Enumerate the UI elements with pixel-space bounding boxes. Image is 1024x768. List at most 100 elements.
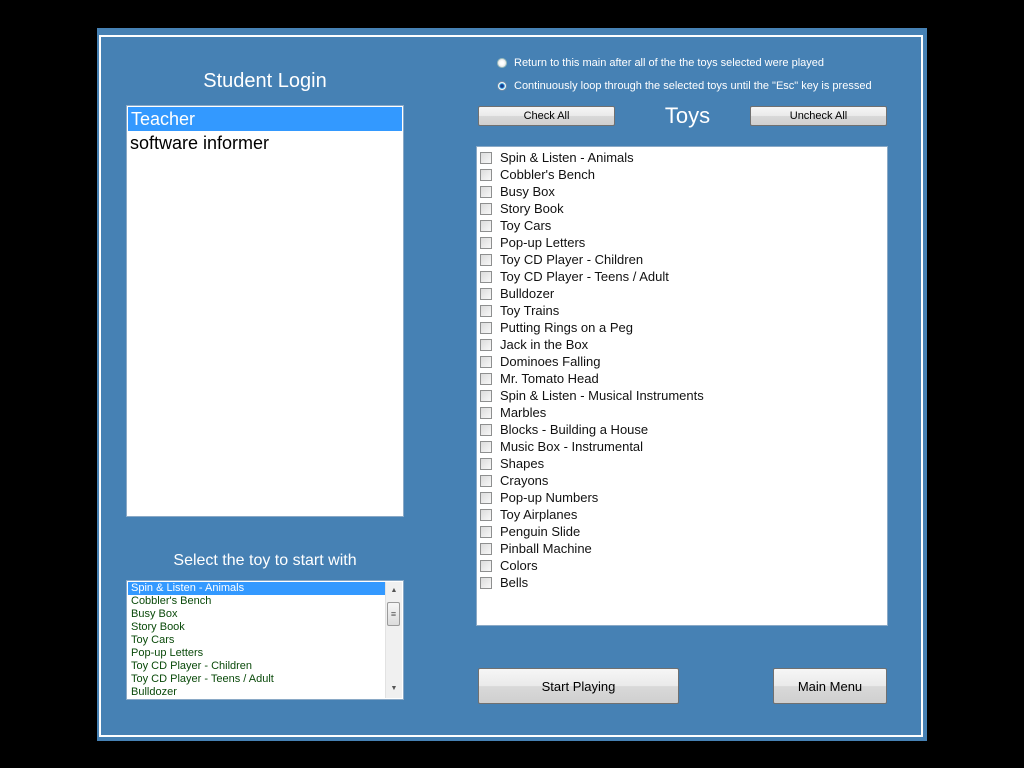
- toy-checkbox-row[interactable]: Spin & Listen - Animals: [477, 149, 887, 166]
- toy-checkbox-row[interactable]: Marbles: [477, 404, 887, 421]
- uncheck-all-button[interactable]: Uncheck All: [750, 106, 887, 126]
- toy-checkbox-row[interactable]: Pop-up Numbers: [477, 489, 887, 506]
- start-toy-item[interactable]: Toy Cars: [128, 634, 385, 647]
- toy-label: Story Book: [500, 201, 564, 216]
- scroll-up-icon[interactable]: ▲: [386, 584, 402, 598]
- toy-label: Toy Cars: [500, 218, 552, 233]
- toy-label: Colors: [500, 558, 538, 573]
- toy-label: Bulldozer: [500, 286, 555, 301]
- toy-checkbox-row[interactable]: Penguin Slide: [477, 523, 887, 540]
- toy-checkbox-row[interactable]: Bells: [477, 574, 887, 591]
- start-toy-item[interactable]: Toy CD Player - Children: [128, 660, 385, 673]
- toy-checkbox-row[interactable]: Toy CD Player - Teens / Adult: [477, 268, 887, 285]
- toy-checkbox-row[interactable]: Music Box - Instrumental: [477, 438, 887, 455]
- checkbox-icon[interactable]: [480, 440, 492, 453]
- toy-checkbox-row[interactable]: Busy Box: [477, 183, 887, 200]
- student-list-item[interactable]: software informer: [127, 131, 403, 155]
- toy-checkbox-row[interactable]: Putting Rings on a Peg: [477, 319, 887, 336]
- toy-checkbox-row[interactable]: Blocks - Building a House: [477, 421, 887, 438]
- scroll-down-icon[interactable]: ▼: [386, 682, 402, 696]
- toy-label: Shapes: [500, 456, 545, 471]
- toy-label: Jack in the Box: [500, 337, 589, 352]
- main-menu-button[interactable]: Main Menu: [773, 668, 887, 704]
- toy-label: Busy Box: [500, 184, 555, 199]
- toy-checkbox-row[interactable]: Pinball Machine: [477, 540, 887, 557]
- toy-checkbox-row[interactable]: Colors: [477, 557, 887, 574]
- checkbox-icon[interactable]: [480, 168, 492, 181]
- radio-return-option[interactable]: Return to this main after all of the the…: [497, 55, 824, 71]
- check-all-button[interactable]: Check All: [478, 106, 615, 126]
- radio-loop-option[interactable]: Continuously loop through the selected t…: [497, 78, 872, 94]
- toy-checkbox-row[interactable]: Cobbler's Bench: [477, 166, 887, 183]
- checkbox-icon[interactable]: [480, 559, 492, 572]
- toys-title: Toys: [664, 103, 711, 128]
- toy-checkbox-row[interactable]: Shapes: [477, 455, 887, 472]
- toy-checkbox-row[interactable]: Toy Trains: [477, 302, 887, 319]
- start-toy-item[interactable]: Story Book: [128, 621, 385, 634]
- checkbox-icon[interactable]: [480, 406, 492, 419]
- checkbox-icon[interactable]: [480, 304, 492, 317]
- checkbox-icon[interactable]: [480, 457, 492, 470]
- toy-checkbox-row[interactable]: Bulldozer: [477, 285, 887, 302]
- checkbox-icon[interactable]: [480, 185, 492, 198]
- start-toy-item[interactable]: Cobbler's Bench: [128, 595, 385, 608]
- toy-label: Bells: [500, 575, 529, 590]
- checkbox-icon[interactable]: [480, 576, 492, 589]
- checkbox-icon[interactable]: [480, 491, 492, 504]
- checkbox-icon[interactable]: [480, 321, 492, 334]
- start-toy-item[interactable]: Busy Box: [128, 608, 385, 621]
- checkbox-icon[interactable]: [480, 525, 492, 538]
- toy-label: Cobbler's Bench: [500, 167, 595, 182]
- checkbox-icon[interactable]: [480, 236, 492, 249]
- toy-label: Toy CD Player - Children: [500, 252, 644, 267]
- checkbox-icon[interactable]: [480, 202, 492, 215]
- toy-checkbox-row[interactable]: Mr. Tomato Head: [477, 370, 887, 387]
- checkbox-icon[interactable]: [480, 338, 492, 351]
- checkbox-icon[interactable]: [480, 508, 492, 521]
- radio-button-icon[interactable]: [497, 81, 507, 91]
- start-toy-title: Select the toy to start with: [173, 552, 357, 569]
- toy-checkbox-row[interactable]: Dominoes Falling: [477, 353, 887, 370]
- toy-checkbox-row[interactable]: Toy CD Player - Children: [477, 251, 887, 268]
- student-list-item[interactable]: Teacher: [128, 107, 402, 131]
- checkbox-icon[interactable]: [480, 423, 492, 436]
- checkbox-icon[interactable]: [480, 219, 492, 232]
- toy-label: Spin & Listen - Animals: [500, 150, 634, 165]
- toy-checkbox-row[interactable]: Spin & Listen - Musical Instruments: [477, 387, 887, 404]
- radio-button-icon[interactable]: [497, 58, 507, 68]
- checkbox-icon[interactable]: [480, 151, 492, 164]
- toy-checkbox-row[interactable]: Pop-up Letters: [477, 234, 887, 251]
- toy-label: Spin & Listen - Musical Instruments: [500, 388, 704, 403]
- scroll-thumb[interactable]: ≡: [387, 602, 400, 626]
- start-toy-item[interactable]: Bulldozer: [128, 686, 385, 699]
- checkbox-icon[interactable]: [480, 253, 492, 266]
- toy-checkbox-row[interactable]: Story Book: [477, 200, 887, 217]
- toy-label: Putting Rings on a Peg: [500, 320, 633, 335]
- student-login-list[interactable]: Teacher software informer: [126, 105, 404, 517]
- checkbox-icon[interactable]: [480, 372, 492, 385]
- toy-checkbox-row[interactable]: Crayons: [477, 472, 887, 489]
- toy-label: Toy Trains: [500, 303, 560, 318]
- toy-checkbox-row[interactable]: Jack in the Box: [477, 336, 887, 353]
- checkbox-icon[interactable]: [480, 542, 492, 555]
- toy-label: Toy CD Player - Teens / Adult: [500, 269, 669, 284]
- toys-checklist: Spin & Listen - Animals Cobbler's Bench Bu…: [476, 146, 888, 626]
- start-playing-button[interactable]: Start Playing: [478, 668, 679, 704]
- checkbox-icon[interactable]: [480, 474, 492, 487]
- toy-checkbox-row[interactable]: Toy Cars: [477, 217, 887, 234]
- start-toy-item[interactable]: Spin & Listen - Animals: [128, 582, 385, 595]
- checkbox-icon[interactable]: [480, 270, 492, 283]
- radio-return-label: Return to this main after all of the the…: [514, 57, 824, 69]
- start-toy-item[interactable]: Toy CD Player - Teens / Adult: [128, 673, 385, 686]
- toy-checkbox-row[interactable]: Toy Airplanes: [477, 506, 887, 523]
- checkbox-icon[interactable]: [480, 355, 492, 368]
- toy-label: Mr. Tomato Head: [500, 371, 599, 386]
- checkbox-icon[interactable]: [480, 287, 492, 300]
- checkbox-icon[interactable]: [480, 389, 492, 402]
- start-toy-scrollbar[interactable]: ▲ ≡ ▼: [385, 582, 402, 698]
- student-login-title: Student Login: [203, 70, 327, 92]
- start-toy-item[interactable]: Pop-up Letters: [128, 647, 385, 660]
- start-toy-listbox[interactable]: Spin & Listen - Animals Cobbler's Bench Bu…: [126, 580, 404, 700]
- toy-label: Penguin Slide: [500, 524, 581, 539]
- toy-label: Crayons: [500, 473, 549, 488]
